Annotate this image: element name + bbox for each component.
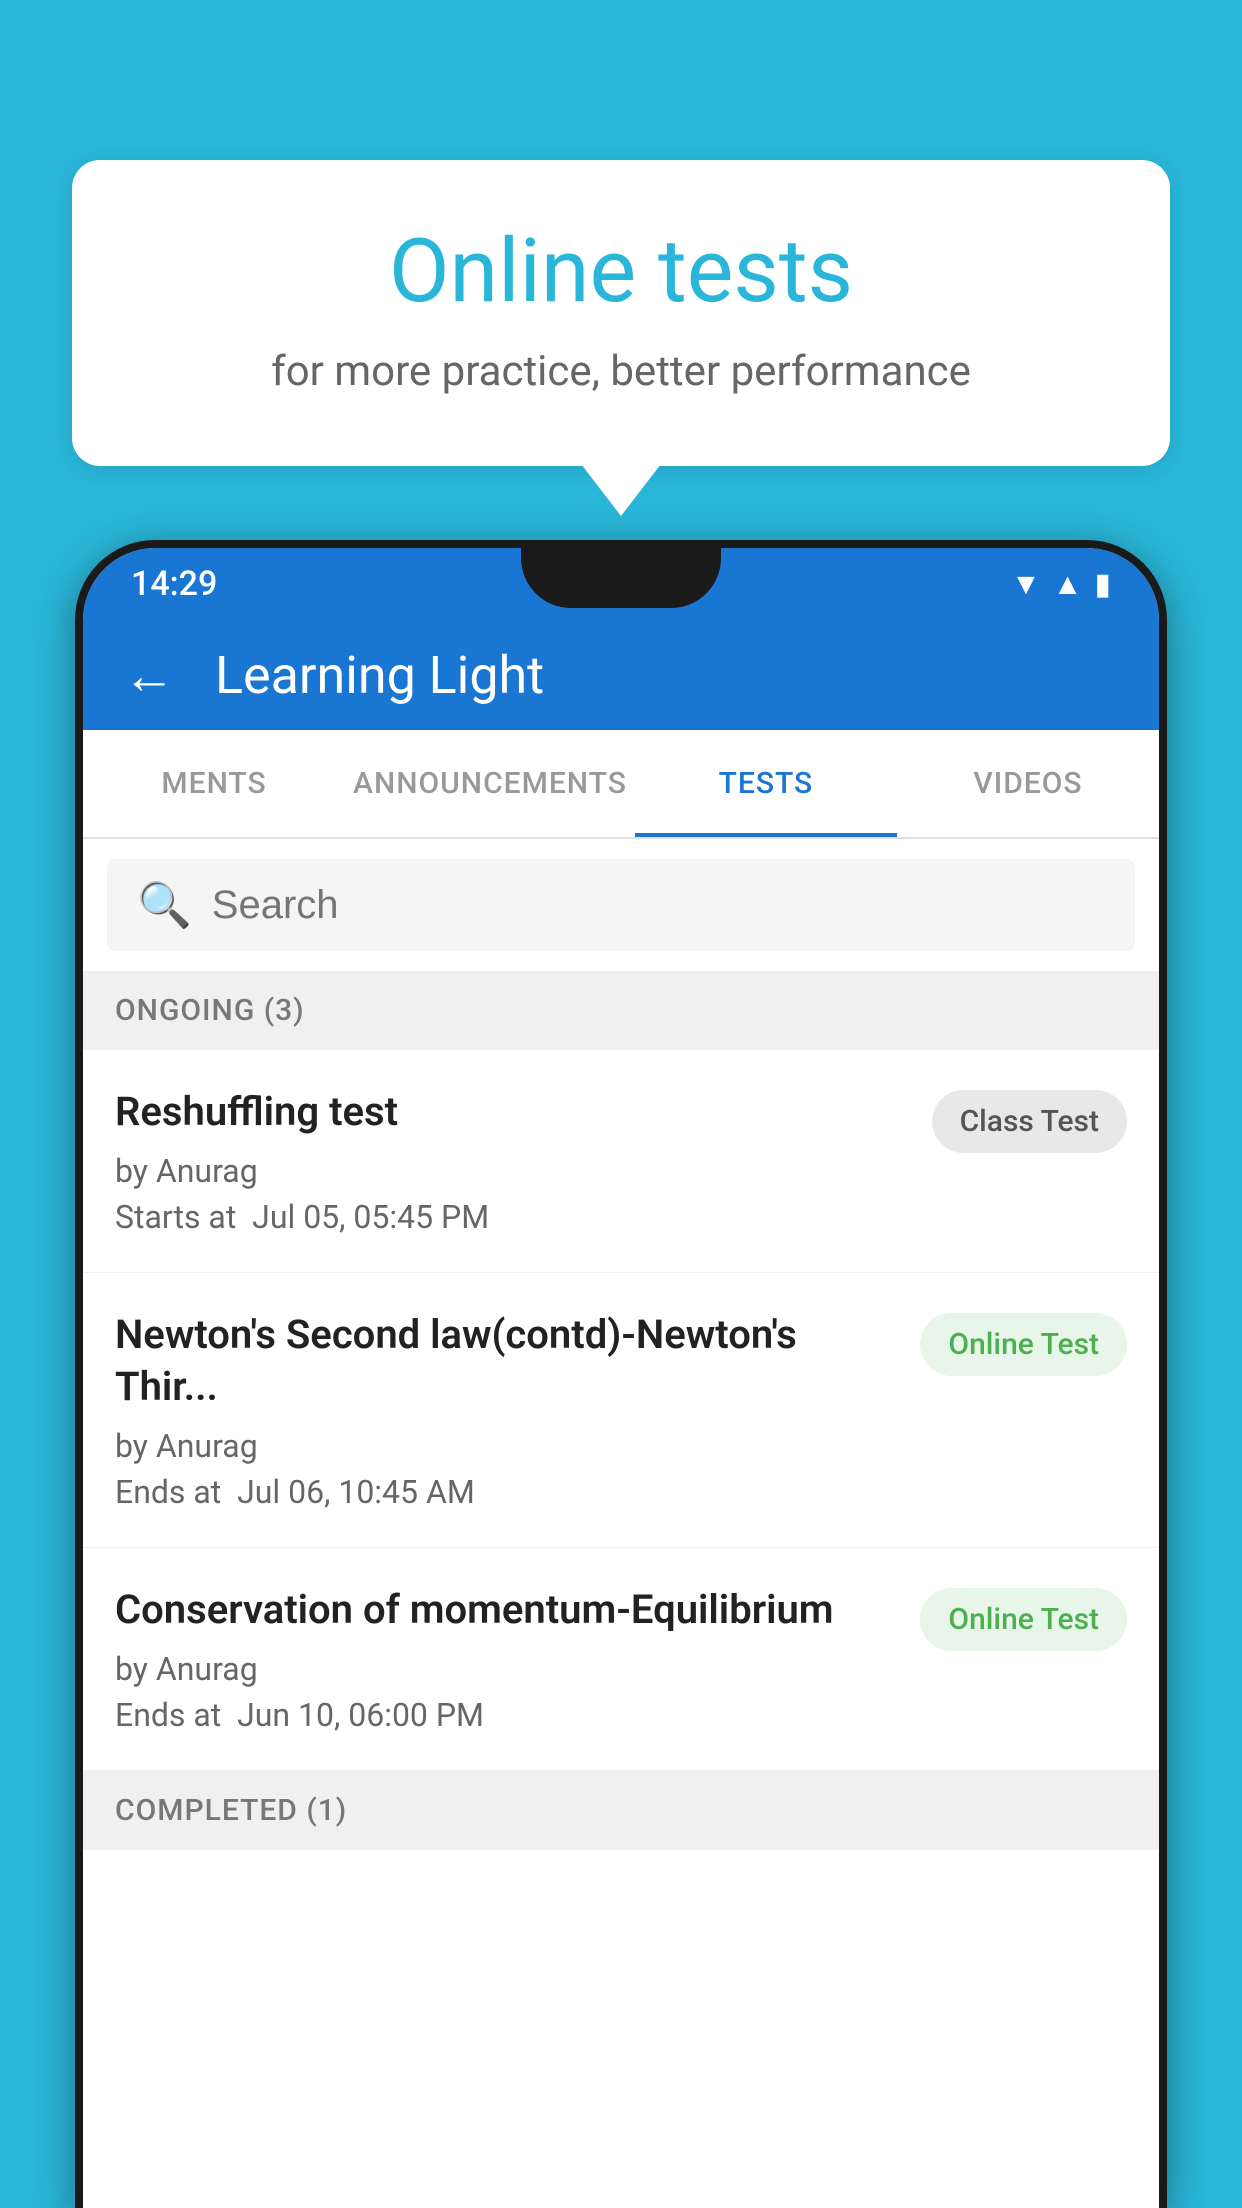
search-icon: 🔍: [137, 879, 192, 931]
ongoing-section-header: ONGOING (3): [83, 971, 1159, 1050]
test-name: Newton's Second law(contd)-Newton's Thir…: [115, 1309, 900, 1413]
completed-section-header: COMPLETED (1): [83, 1771, 1159, 1850]
signal-icon: ▲: [1053, 567, 1083, 602]
notch: [521, 548, 721, 608]
test-time: Starts at Jul 05, 05:45 PM: [115, 1198, 912, 1236]
test-info: Reshuffling test by Anurag Starts at Jul…: [115, 1086, 932, 1236]
test-by: by Anurag: [115, 1152, 912, 1190]
test-info: Newton's Second law(contd)-Newton's Thir…: [115, 1309, 920, 1511]
tab-announcements[interactable]: ANNOUNCEMENTS: [345, 730, 635, 837]
test-item[interactable]: Conservation of momentum-Equilibrium by …: [83, 1548, 1159, 1771]
status-bar: 14:29 ▼ ▲ ▮: [83, 548, 1159, 620]
tabs-container: MENTS ANNOUNCEMENTS TESTS VIDEOS: [83, 730, 1159, 839]
app-title: Learning Light: [215, 645, 544, 706]
test-by: by Anurag: [115, 1650, 900, 1688]
test-info: Conservation of momentum-Equilibrium by …: [115, 1584, 920, 1734]
search-bar: 🔍: [107, 859, 1135, 951]
test-name: Reshuffling test: [115, 1086, 912, 1138]
wifi-icon: ▼: [1011, 567, 1041, 602]
phone-inner: 14:29 ▼ ▲ ▮ ← Learning Light MENTS ANNOU…: [83, 548, 1159, 2208]
back-button[interactable]: ←: [123, 645, 175, 706]
test-time: Ends at Jun 10, 06:00 PM: [115, 1696, 900, 1734]
battery-icon: ▮: [1094, 567, 1111, 602]
test-badge-class: Class Test: [932, 1090, 1127, 1153]
tab-ments[interactable]: MENTS: [83, 730, 345, 837]
search-input[interactable]: [212, 883, 1105, 928]
app-bar: ← Learning Light: [83, 620, 1159, 730]
test-item[interactable]: Newton's Second law(contd)-Newton's Thir…: [83, 1273, 1159, 1548]
test-name: Conservation of momentum-Equilibrium: [115, 1584, 900, 1636]
test-list: Reshuffling test by Anurag Starts at Jul…: [83, 1050, 1159, 1771]
status-icons: ▼ ▲ ▮: [1011, 567, 1111, 602]
phone-frame: 14:29 ▼ ▲ ▮ ← Learning Light MENTS ANNOU…: [75, 540, 1167, 2208]
test-by: by Anurag: [115, 1427, 900, 1465]
test-time: Ends at Jul 06, 10:45 AM: [115, 1473, 900, 1511]
test-badge-online-2: Online Test: [920, 1588, 1127, 1651]
bubble-subtitle: for more practice, better performance: [152, 347, 1090, 396]
tab-videos[interactable]: VIDEOS: [897, 730, 1159, 837]
test-item[interactable]: Reshuffling test by Anurag Starts at Jul…: [83, 1050, 1159, 1273]
tab-tests[interactable]: TESTS: [635, 730, 897, 837]
speech-bubble: Online tests for more practice, better p…: [72, 160, 1170, 466]
bubble-title: Online tests: [152, 220, 1090, 323]
test-badge-online: Online Test: [920, 1313, 1127, 1376]
status-time: 14:29: [131, 564, 217, 604]
